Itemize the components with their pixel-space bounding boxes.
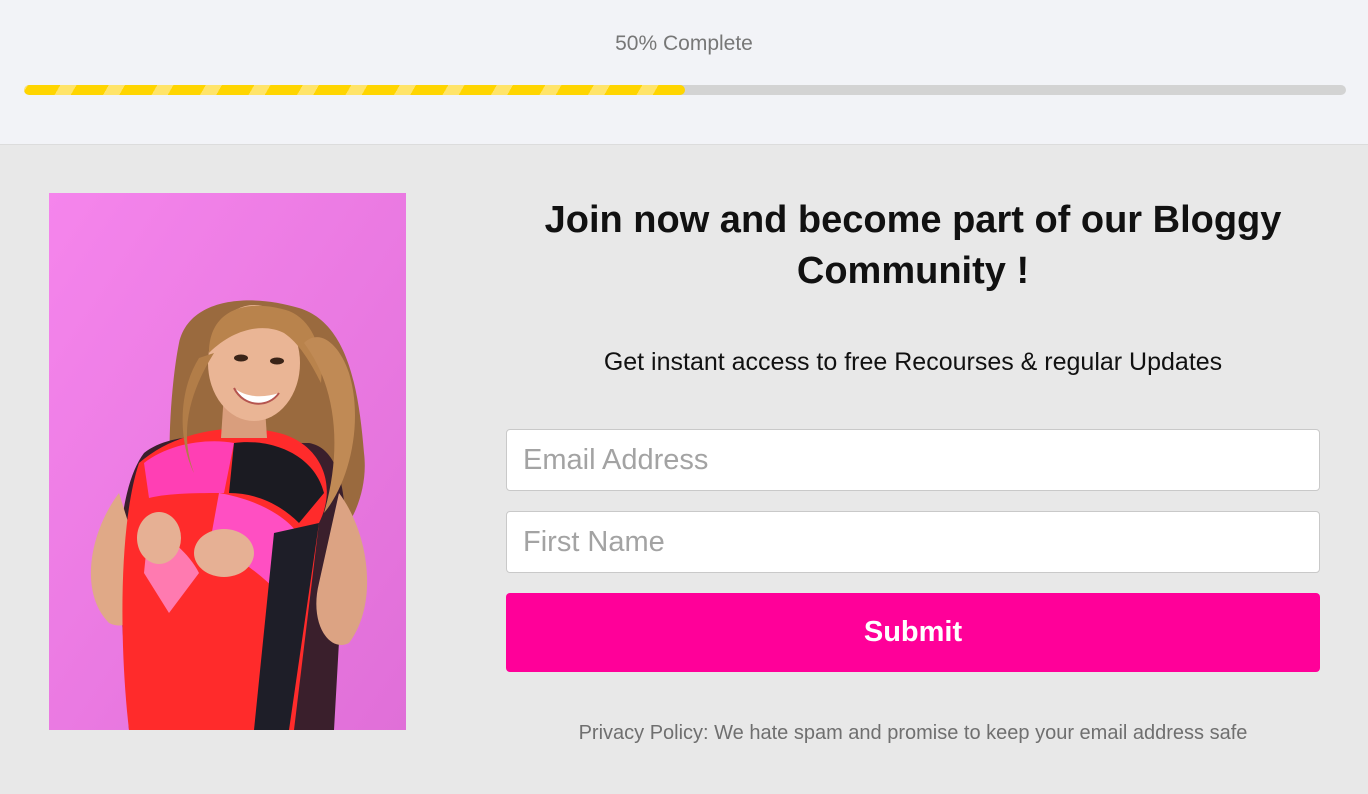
person-photo xyxy=(49,193,406,730)
progress-bar xyxy=(24,85,1346,95)
form-subheadline: Get instant access to free Recourses & r… xyxy=(603,348,1223,376)
first-name-input[interactable] xyxy=(506,511,1320,573)
privacy-policy-text: Privacy Policy: We hate spam and promise… xyxy=(578,722,1248,744)
submit-button[interactable]: Submit xyxy=(506,593,1320,672)
signup-form: Join now and become part of our Bloggy C… xyxy=(506,195,1320,745)
progress-label: 50% Complete xyxy=(615,32,753,55)
form-headline: Join now and become part of our Bloggy C… xyxy=(544,199,1282,292)
optin-section: Join now and become part of our Bloggy C… xyxy=(0,145,1368,794)
progress-section: 50% Complete xyxy=(0,0,1368,145)
progress-bar-fill xyxy=(24,85,685,95)
email-input[interactable] xyxy=(506,429,1320,491)
